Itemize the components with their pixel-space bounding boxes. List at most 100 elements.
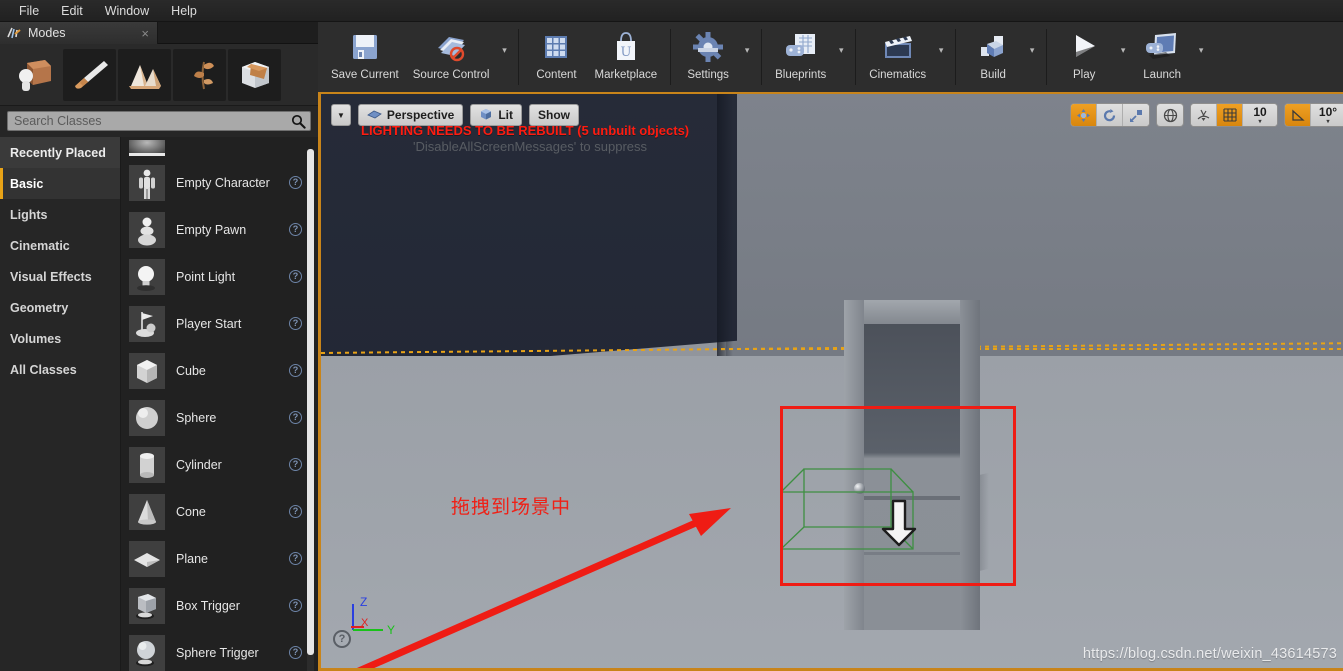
close-icon[interactable]: × [141,26,151,41]
translate-gizmo-button[interactable] [1071,104,1097,126]
viewport-options-menu[interactable]: ▼ [331,104,351,126]
toolbar-separator [955,29,957,85]
build-button[interactable]: Build [962,22,1024,92]
help-icon[interactable]: ? [289,411,302,424]
list-item-plane[interactable]: Plane ? [121,535,318,582]
menu-bar: File Edit Window Help [0,0,1343,22]
source-control-button[interactable]: Source Control [406,22,497,92]
sidebar-item-all-classes[interactable]: All Classes [0,354,120,385]
paint-mode-button[interactable] [63,48,116,101]
main-area: Save Current Source Control ▾ Content U … [318,22,1343,671]
toolbar-label: Settings [687,69,729,81]
item-list-scrollbar[interactable] [307,149,314,671]
source-control-icon [433,26,469,68]
list-item-sphere[interactable]: Sphere ? [121,394,318,441]
unreal-editor-window: File Edit Window Help Modes × Search Cla… [0,0,1343,671]
lit-cube-icon [479,107,493,124]
scrollbar-thumb[interactable] [307,149,314,655]
cylinder-icon [129,446,165,483]
sidebar-item-basic[interactable]: Basic [0,168,120,199]
snapping-group: 10 ▾ [1190,103,1278,127]
scale-gizmo-button[interactable] [1123,104,1149,126]
rotate-gizmo-button[interactable] [1097,104,1123,126]
rotation-snap-value[interactable]: 10° ▾ [1311,104,1343,126]
play-chevron-down-icon[interactable]: ▾ [1115,22,1131,92]
help-icon[interactable]: ? [289,505,302,518]
lighting-mode-label: Lit [498,108,513,122]
help-icon[interactable]: ? [289,552,302,565]
item-label: Empty Character [176,175,270,190]
list-item-cube[interactable]: Cube ? [121,347,318,394]
landscape-mode-button[interactable] [118,48,171,101]
watermark-url: https://blog.csdn.net/weixin_43614573 [1082,646,1337,662]
sidebar-item-recently-placed[interactable]: Recently Placed [0,137,120,168]
list-item-empty-character[interactable]: Empty Character ? [121,159,318,206]
mode-toolbar [0,44,318,106]
menu-window[interactable]: Window [94,2,160,20]
blueprints-button[interactable]: Blueprints [768,22,833,92]
grid-snap-value[interactable]: 10 ▾ [1243,104,1277,126]
toolbar-label: Save Current [331,69,399,81]
help-icon[interactable]: ? [289,317,302,330]
cinematics-button[interactable]: Cinematics [862,22,933,92]
help-icon[interactable]: ? [289,599,302,612]
marketplace-button[interactable]: U Marketplace [587,22,664,92]
build-chevron-down-icon[interactable]: ▾ [1024,22,1040,92]
help-icon[interactable]: ? [289,458,302,471]
help-icon[interactable]: ? [289,364,302,377]
toolbar-group-content: Content U Marketplace [525,22,664,92]
lighting-warning-message: LIGHTING NEEDS TO BE REBUILT (5 unbuilt … [361,123,690,138]
view-mode-label: Perspective [386,108,455,122]
content-button[interactable]: Content [525,22,587,92]
list-item-empty-pawn[interactable]: Empty Pawn ? [121,206,318,253]
menu-file[interactable]: File [8,2,50,20]
toolbar-label: Blueprints [775,69,827,81]
toolbar-label: Play [1072,69,1096,81]
sidebar-item-cinematic[interactable]: Cinematic [0,230,120,261]
cinematics-chevron-down-icon[interactable]: ▾ [933,22,949,92]
toolbar-group-cinematics: Cinematics ▾ [862,22,949,92]
list-item-player-start[interactable]: Player Start ? [121,300,318,347]
list-item-sphere-trigger[interactable]: Sphere Trigger ? [121,629,318,671]
show-menu-label: Show [537,108,570,122]
sidebar-item-geometry[interactable]: Geometry [0,292,120,323]
launch-button[interactable]: Launch [1131,22,1193,92]
grid-snap-button[interactable] [1217,104,1243,126]
sidebar-item-visual-effects[interactable]: Visual Effects [0,261,120,292]
surface-snap-button[interactable] [1191,104,1217,126]
search-classes-field[interactable]: Search Classes [7,111,311,131]
help-icon[interactable]: ? [289,270,302,283]
help-icon[interactable]: ? [289,223,302,236]
settings-button[interactable]: Settings [677,22,739,92]
sidebar-item-volumes[interactable]: Volumes [0,323,120,354]
settings-chevron-down-icon[interactable]: ▾ [739,22,755,92]
source-control-chevron-down-icon[interactable]: ▾ [496,22,512,92]
list-item-box-trigger[interactable]: Box Trigger ? [121,582,318,629]
toolbar-label: Build [980,69,1006,81]
foliage-mode-button[interactable] [173,48,226,101]
save-current-button[interactable]: Save Current [324,22,406,92]
help-icon[interactable]: ? [289,646,302,659]
blueprints-chevron-down-icon[interactable]: ▾ [833,22,849,92]
clipped-item-icon [129,140,165,156]
level-viewport[interactable]: 拖拽到场景中 ▼ Perspective Lit Show LIGHTING N… [318,94,1343,671]
viewport-help-icon[interactable]: ? [333,630,351,648]
list-item-cone[interactable]: Cone ? [121,488,318,535]
sidebar-item-lights[interactable]: Lights [0,199,120,230]
modes-tab[interactable]: Modes × [0,22,158,44]
modes-tab-label: Modes [28,26,66,40]
rotation-snap-button[interactable] [1285,104,1311,126]
play-button[interactable]: Play [1053,22,1115,92]
toolbar-label: Source Control [412,69,490,81]
menu-help[interactable]: Help [160,2,208,20]
menu-edit[interactable]: Edit [50,2,94,20]
list-item[interactable] [121,137,318,159]
list-item-cylinder[interactable]: Cylinder ? [121,441,318,488]
geometry-editing-mode-button[interactable] [228,48,281,101]
placement-item-list[interactable]: Empty Character ? Empty Pawn ? Point Lig… [120,137,318,671]
world-space-toggle[interactable] [1157,104,1183,126]
list-item-point-light[interactable]: Point Light ? [121,253,318,300]
launch-chevron-down-icon[interactable]: ▾ [1193,22,1209,92]
help-icon[interactable]: ? [289,176,302,189]
place-mode-button[interactable] [8,49,61,101]
